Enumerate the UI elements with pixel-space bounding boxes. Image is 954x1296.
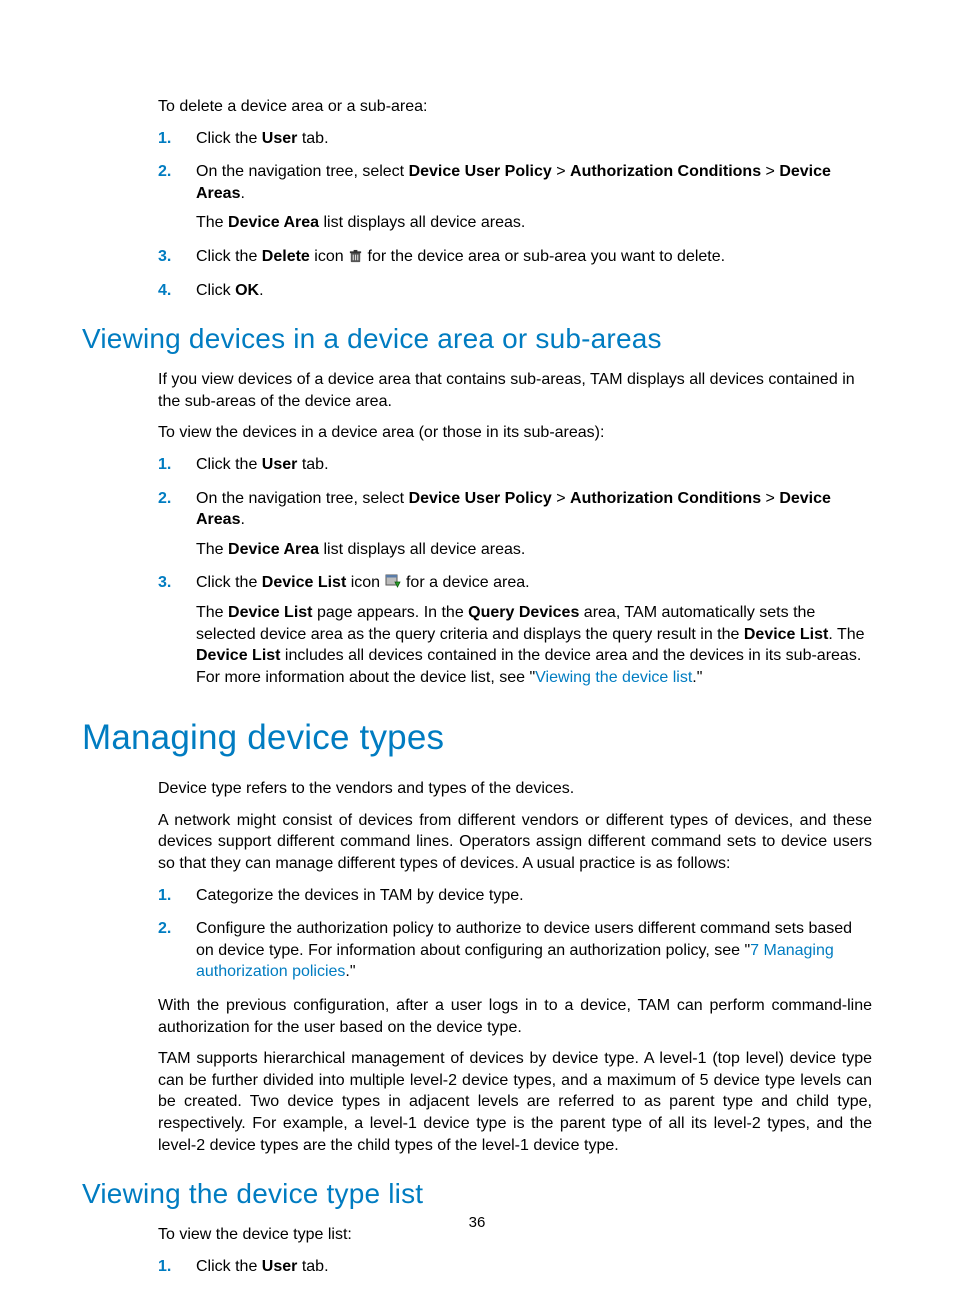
list-item: 1. Click the User tab.	[158, 1256, 872, 1278]
list-item: 2. Configure the authorization policy to…	[158, 918, 872, 983]
bold-text: Delete	[262, 248, 310, 265]
text: >	[761, 490, 779, 507]
bold-text: Device User Policy	[409, 163, 552, 180]
text: The	[196, 214, 228, 231]
text: Click the	[196, 456, 262, 473]
text: list displays all device areas.	[319, 214, 525, 231]
text: Click the	[196, 130, 262, 147]
bold-text: OK	[235, 282, 259, 299]
list-marker: 1.	[158, 1256, 171, 1278]
list-marker: 4.	[158, 280, 171, 302]
paragraph: TAM supports hierarchical management of …	[158, 1048, 872, 1156]
bold-text: Device Area	[228, 541, 319, 558]
heading-viewing-device-type-list: Viewing the device type list	[82, 1178, 872, 1210]
text: On the navigation tree, select	[196, 163, 409, 180]
text: Categorize the devices in TAM by device …	[196, 885, 872, 907]
text: . The	[828, 626, 864, 643]
text: >	[552, 163, 570, 180]
text: for a device area.	[406, 574, 530, 591]
bold-text: Device List	[262, 574, 346, 591]
text: tab.	[297, 130, 328, 147]
paragraph: To view the devices in a device area (or…	[158, 422, 872, 444]
list-item: 1. Click the User tab.	[158, 454, 872, 476]
text: ."	[692, 669, 702, 686]
list-item: 1. Click the User tab.	[158, 128, 872, 150]
text: list displays all device areas.	[319, 541, 525, 558]
device-list-icon	[385, 574, 402, 590]
link-viewing-device-list[interactable]: Viewing the device list	[535, 669, 692, 686]
text: .	[240, 185, 244, 202]
paragraph: Device type refers to the vendors and ty…	[158, 778, 872, 800]
heading-viewing-devices: Viewing devices in a device area or sub-…	[82, 323, 872, 355]
text: for the device area or sub-area you want…	[368, 248, 726, 265]
delete-intro: To delete a device area or a sub-area:	[158, 96, 872, 118]
list-marker: 2.	[158, 918, 171, 940]
text: The	[196, 541, 228, 558]
page-number: 36	[0, 1214, 954, 1231]
paragraph: With the previous configuration, after a…	[158, 995, 872, 1038]
bold-text: Device Area	[228, 214, 319, 231]
heading-managing-device-types: Managing device types	[82, 718, 872, 758]
text: Click the	[196, 574, 262, 591]
bold-text: User	[262, 130, 298, 147]
text: On the navigation tree, select	[196, 490, 409, 507]
list-item: 2. On the navigation tree, select Device…	[158, 488, 872, 561]
bold-text: Query Devices	[468, 604, 579, 621]
text: icon	[310, 248, 348, 265]
list-item: 2. On the navigation tree, select Device…	[158, 161, 872, 234]
list-marker: 3.	[158, 246, 171, 268]
text: Click the	[196, 248, 262, 265]
text: ."	[345, 963, 355, 980]
text: tab.	[297, 456, 328, 473]
list-item: 3. Click the Delete icon for the device …	[158, 246, 872, 268]
text: >	[761, 163, 779, 180]
list-marker: 1.	[158, 454, 171, 476]
delete-icon	[348, 249, 363, 264]
bold-text: Authorization Conditions	[570, 163, 761, 180]
text: includes all devices contained in the de…	[196, 647, 861, 686]
list-marker: 1.	[158, 885, 171, 907]
bold-text: User	[262, 456, 298, 473]
paragraph: If you view devices of a device area tha…	[158, 369, 872, 412]
bold-text: Authorization Conditions	[570, 490, 761, 507]
text: Click	[196, 282, 235, 299]
text: tab.	[297, 1258, 328, 1275]
list-marker: 2.	[158, 161, 171, 183]
bold-text: Device List	[744, 626, 828, 643]
text: page appears. In the	[313, 604, 469, 621]
bold-text: Device List	[196, 647, 280, 664]
text: icon	[346, 574, 384, 591]
bold-text: User	[262, 1258, 298, 1275]
list-marker: 1.	[158, 128, 171, 150]
bold-text: Device List	[228, 604, 312, 621]
list-item: 4. Click OK.	[158, 280, 872, 302]
text: The	[196, 604, 228, 621]
bold-text: Device User Policy	[409, 490, 552, 507]
text: .	[240, 511, 244, 528]
list-item: 1. Categorize the devices in TAM by devi…	[158, 885, 872, 907]
text: Click the	[196, 1258, 262, 1275]
text: >	[552, 490, 570, 507]
text: .	[259, 282, 263, 299]
paragraph: A network might consist of devices from …	[158, 810, 872, 875]
list-item: 3. Click the Device List icon for a devi…	[158, 572, 872, 688]
list-marker: 2.	[158, 488, 171, 510]
list-marker: 3.	[158, 572, 171, 594]
